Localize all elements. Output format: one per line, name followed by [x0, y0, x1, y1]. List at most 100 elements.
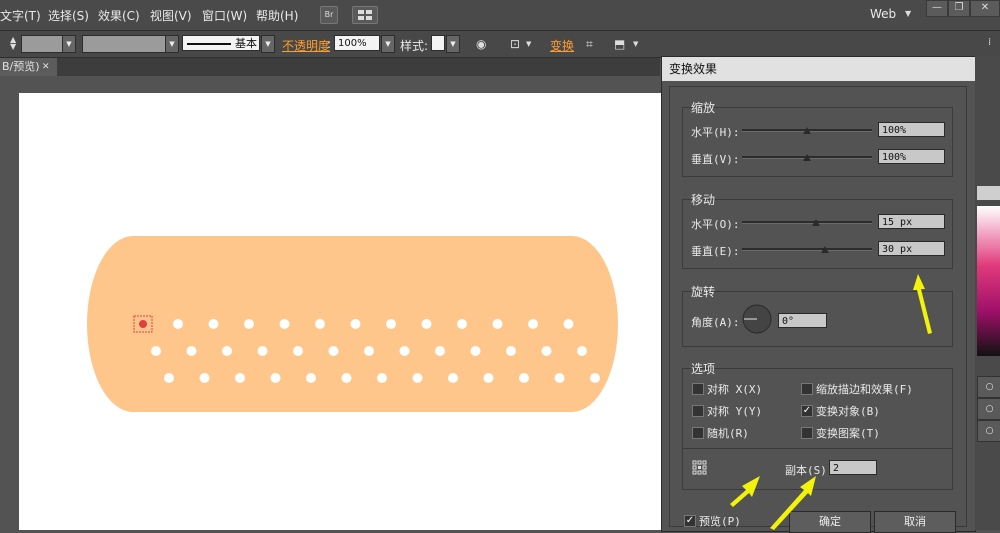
scale-strokes-checkbox[interactable] [801, 383, 813, 395]
move-horizontal-label: 水平(O): [691, 218, 740, 231]
transform-effect-dialog: 变换效果 缩放 水平(H): 100% 垂直(V): 100% 移动 水平(O)… [661, 56, 976, 533]
stroke-profile-dropdown[interactable]: ▼ [261, 35, 275, 53]
move-horizontal-slider[interactable] [742, 221, 872, 224]
bandage-hole [470, 346, 481, 356]
isolate-icon[interactable]: ⌗ [586, 37, 593, 52]
fill-dropdown[interactable]: ▼ [62, 35, 76, 53]
bandage-hole [492, 319, 503, 329]
bandage-hole [506, 346, 516, 356]
random-checkbox[interactable] [692, 427, 704, 439]
bandage-hole [448, 373, 458, 383]
bandage-hole [151, 346, 161, 356]
style-dropdown[interactable]: ▼ [446, 35, 460, 53]
menu-bar: 文字(T) 选择(S) 效果(C) 视图(V) 窗口(W) 帮助(H) Br W… [0, 0, 1000, 31]
move-horizontal-input[interactable]: 15 px [878, 214, 945, 229]
reflect-x-checkbox[interactable] [692, 383, 704, 395]
scale-vertical-thumb[interactable] [803, 154, 811, 161]
bandage-hole [399, 346, 410, 356]
workspace-switcher[interactable]: Web [870, 7, 896, 21]
color-spectrum[interactable] [977, 206, 1000, 356]
chevron-down-icon: ▼ [633, 40, 639, 48]
envelope-icon[interactable]: ⬒ [614, 37, 625, 51]
grid-icon [358, 10, 372, 20]
menu-select[interactable]: 选择(S) [48, 7, 89, 24]
panel-radio-3[interactable]: ○ [977, 420, 1000, 442]
opacity-dropdown[interactable]: ▼ [381, 35, 395, 53]
minimize-button[interactable]: — [926, 0, 948, 17]
menu-view[interactable]: 视图(V) [150, 7, 192, 24]
reflect-y-checkbox[interactable] [692, 405, 704, 417]
bandage-hole [554, 373, 565, 383]
stroke-line-icon [187, 43, 231, 45]
scale-horizontal-input[interactable]: 100% [878, 122, 945, 137]
reference-point-grid-icon[interactable] [692, 460, 708, 476]
scale-vertical-input[interactable]: 100% [878, 149, 945, 164]
bandage-hole [457, 319, 467, 329]
stroke-weight-field[interactable] [82, 35, 166, 53]
bandage-hole [364, 346, 374, 356]
bandage-hole [279, 319, 290, 329]
copies-label: 副本(S) [785, 464, 827, 477]
panel-radio-2[interactable]: ○ [977, 398, 1000, 420]
scale-horizontal-label: 水平(H): [691, 126, 740, 139]
document-tab[interactable]: B/预览) ✕ [0, 58, 57, 76]
panel-radio-1[interactable]: ○ [977, 376, 1000, 398]
panel-menu-icon[interactable]: ⁞ [988, 37, 991, 48]
move-horizontal-thumb[interactable] [812, 219, 820, 226]
arrange-documents-button[interactable] [352, 6, 378, 24]
rotate-angle-input[interactable]: 0° [778, 313, 827, 328]
move-vertical-slider[interactable] [742, 248, 872, 251]
move-vertical-label: 垂直(E): [691, 245, 740, 258]
bandage-hole [164, 373, 174, 383]
bandage-hole [377, 373, 387, 383]
rotate-group-title: 旋转 [691, 285, 716, 299]
bandage-hole [386, 319, 396, 329]
bandage-shape[interactable] [87, 236, 618, 412]
bandage-hole [328, 346, 339, 356]
dialog-title[interactable]: 变换效果 [662, 57, 975, 81]
opacity-link[interactable]: 不透明度 [282, 37, 330, 54]
close-tab-icon[interactable]: ✕ [42, 58, 50, 76]
stroke-profile-field[interactable]: 基本 [182, 35, 260, 51]
chevron-down-icon: ▼ [905, 9, 912, 18]
menu-window[interactable]: 窗口(W) [202, 7, 247, 24]
transform-patterns-checkbox[interactable] [801, 427, 813, 439]
bridge-button[interactable]: Br [320, 6, 338, 24]
bandage-hole [519, 373, 529, 383]
recolor-icon[interactable]: ◉ [476, 37, 486, 51]
bandage-hole [412, 373, 423, 383]
chevron-down-icon: ▼ [526, 40, 532, 48]
style-label: 样式: [400, 39, 429, 53]
scale-strokes-label: 缩放描边和效果(F) [816, 383, 913, 396]
angle-dial-icon[interactable] [741, 303, 773, 335]
bandage-hole [173, 319, 183, 329]
copies-input[interactable]: 2 [829, 460, 877, 475]
stroke-profile-label: 基本 [235, 37, 257, 50]
bandage-hole [483, 373, 494, 383]
transform-objects-checkbox[interactable]: ✓ [801, 405, 813, 417]
opacity-input[interactable]: 100% [334, 35, 380, 51]
transform-link[interactable]: 变换 [550, 37, 574, 54]
preview-checkbox[interactable]: ✓ [684, 515, 696, 527]
close-window-button[interactable]: ✕ [970, 0, 1000, 17]
rotate-angle-label: 角度(A): [691, 316, 740, 329]
align-icon[interactable]: ⊡ [510, 37, 520, 51]
menu-effect[interactable]: 效果(C) [98, 7, 140, 24]
stepper-icon[interactable]: ▲ ▼ [10, 36, 16, 51]
fill-swatch[interactable] [21, 35, 63, 53]
options-divider [682, 448, 953, 449]
restore-button[interactable]: ❐ [948, 0, 970, 17]
bandage-hole [306, 373, 316, 383]
scale-group-title: 缩放 [691, 101, 716, 115]
menu-help[interactable]: 帮助(H) [256, 7, 298, 24]
bandage-hole [315, 319, 325, 329]
menu-type[interactable]: 文字(T) [0, 7, 41, 24]
stroke-weight-dropdown[interactable]: ▼ [165, 35, 179, 53]
reflect-y-label: 对称 Y(Y) [707, 405, 763, 418]
document-tab-strip [0, 58, 660, 76]
move-vertical-thumb[interactable] [821, 246, 829, 253]
style-swatch[interactable] [431, 35, 445, 51]
scale-horizontal-thumb[interactable] [803, 127, 811, 134]
move-vertical-input[interactable]: 30 px [878, 241, 945, 256]
bandage-hole [293, 346, 303, 356]
